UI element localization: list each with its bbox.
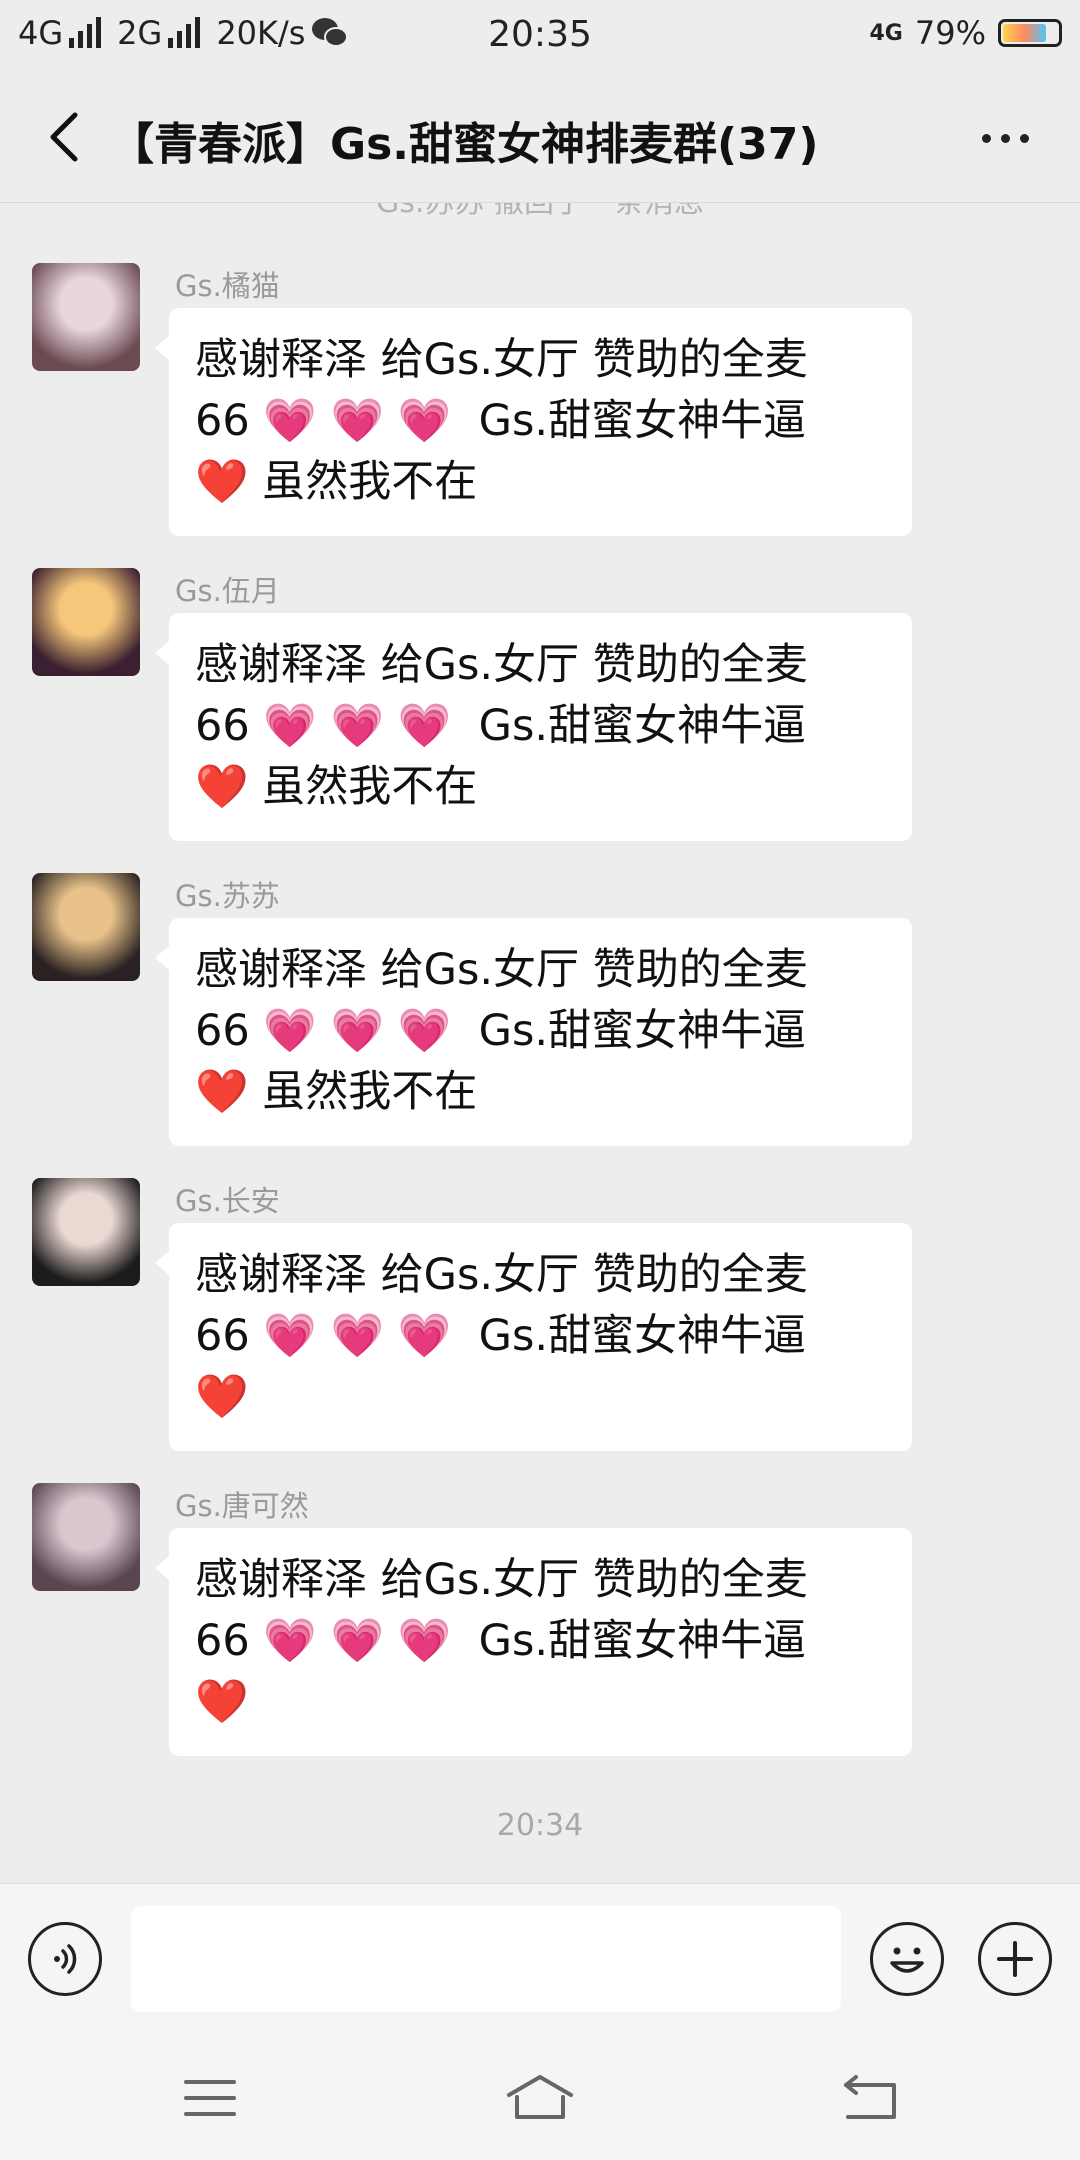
battery-icon (998, 19, 1062, 47)
message-bubble[interactable]: 感谢释泽 给Gs.女厅 赞助的全麦 66 💗 💗 💗 Gs.甜蜜女神牛逼 ❤️ … (155, 918, 912, 1146)
message-item: Gs.唐可然 感谢释泽 给Gs.女厅 赞助的全麦 66 💗 💗 💗 Gs.甜蜜女… (0, 1423, 1080, 1756)
plus-icon (997, 1941, 1033, 1977)
back-button[interactable] (30, 102, 100, 172)
status-bar: 4G 2G 20K/s 20:35 4G 79% (0, 0, 1080, 72)
sender-name: Gs.苏苏 (175, 879, 280, 913)
chat-header: 【青春派】Gs.甜蜜女神排麦群(37) (0, 72, 1080, 203)
emoji-button[interactable] (870, 1922, 944, 1996)
message-line: 感谢释泽 给Gs.女厅 赞助的全麦 (195, 1250, 808, 1300)
message-line: 66 💗 💗 💗 Gs.甜蜜女神牛逼 (195, 1006, 807, 1056)
chat-title: 【青春派】Gs.甜蜜女神排麦群(37) (110, 119, 819, 170)
message-bubble[interactable]: 感谢释泽 给Gs.女厅 赞助的全麦 66 💗 💗 💗 Gs.甜蜜女神牛逼 ❤️ … (155, 613, 912, 841)
more-dots-icon (981, 133, 991, 143)
sender-name: Gs.伍月 (175, 574, 280, 608)
message-item: Gs.长安 感谢释泽 给Gs.女厅 赞助的全麦 66 💗 💗 💗 Gs.甜蜜女神… (0, 1118, 1080, 1451)
input-bar (0, 1883, 1080, 2034)
battery-percent: 79% (914, 14, 986, 52)
message-line: ❤️ (195, 1372, 249, 1422)
sender-name: Gs.唐可然 (175, 1489, 309, 1523)
chat-messages[interactable]: Gs.苏苏 撤回了一条消息 Gs.橘猫 感谢释泽 给Gs.女厅 赞助的全麦 66… (0, 203, 1080, 1883)
message-line: 感谢释泽 给Gs.女厅 赞助的全麦 (195, 640, 808, 690)
voice-icon (54, 1944, 77, 1974)
avatar[interactable] (32, 568, 140, 676)
avatar[interactable] (32, 873, 140, 981)
voice-button[interactable] (28, 1922, 102, 1996)
message-line: 感谢释泽 给Gs.女厅 赞助的全麦 (195, 335, 808, 385)
avatar[interactable] (32, 263, 140, 371)
sender-name: Gs.长安 (175, 1184, 280, 1218)
more-functions-button[interactable] (978, 1922, 1052, 1996)
message-line: ❤️ 虽然我不在 (195, 457, 478, 507)
network-type: 4G (869, 20, 903, 46)
home-icon (507, 2075, 573, 2119)
message-line: ❤️ (195, 1677, 249, 1727)
home-button[interactable] (495, 2063, 585, 2133)
avatar[interactable] (32, 1178, 140, 1286)
message-item: Gs.伍月 感谢释泽 给Gs.女厅 赞助的全麦 66 💗 💗 💗 Gs.甜蜜女神… (0, 508, 1080, 841)
more-button[interactable] (970, 108, 1040, 168)
return-icon (844, 2075, 896, 2119)
return-button[interactable] (825, 2063, 915, 2133)
chevron-left-icon (50, 112, 78, 162)
message-bubble[interactable]: 感谢释泽 给Gs.女厅 赞助的全麦 66 💗 💗 💗 Gs.甜蜜女神牛逼 ❤️ (155, 1528, 912, 1756)
message-line: 66 💗 💗 💗 Gs.甜蜜女神牛逼 (195, 701, 807, 751)
avatar[interactable] (32, 1483, 140, 1591)
message-item: Gs.橘猫 感谢释泽 给Gs.女厅 赞助的全麦 66 💗 💗 💗 Gs.甜蜜女神… (0, 203, 1080, 536)
system-navigation (0, 2033, 1080, 2160)
message-line: 66 💗 💗 💗 Gs.甜蜜女神牛逼 (195, 396, 807, 446)
message-bubble[interactable]: 感谢释泽 给Gs.女厅 赞助的全麦 66 💗 💗 💗 Gs.甜蜜女神牛逼 ❤️ (155, 1223, 912, 1451)
status-right: 4G 79% (869, 14, 1062, 52)
menu-icon (184, 2080, 236, 2116)
message-timestamp: 20:34 (496, 1808, 584, 1843)
message-line: 感谢释泽 给Gs.女厅 赞助的全麦 (195, 1555, 808, 1605)
sender-name: Gs.橘猫 (175, 269, 280, 303)
message-line: 66 💗 💗 💗 Gs.甜蜜女神牛逼 (195, 1311, 807, 1361)
message-input[interactable] (131, 1906, 841, 2012)
message-line: 66 💗 💗 💗 Gs.甜蜜女神牛逼 (195, 1616, 807, 1666)
message-bubble[interactable]: 感谢释泽 给Gs.女厅 赞助的全麦 66 💗 💗 💗 Gs.甜蜜女神牛逼 ❤️ … (155, 308, 912, 536)
message-line: 感谢释泽 给Gs.女厅 赞助的全麦 (195, 945, 808, 995)
message-line: ❤️ 虽然我不在 (195, 762, 478, 812)
message-line: ❤️ 虽然我不在 (195, 1067, 478, 1117)
emoji-icon (890, 1947, 924, 1973)
menu-button[interactable] (165, 2063, 255, 2133)
message-item: Gs.苏苏 感谢释泽 给Gs.女厅 赞助的全麦 66 💗 💗 💗 Gs.甜蜜女神… (0, 813, 1080, 1146)
